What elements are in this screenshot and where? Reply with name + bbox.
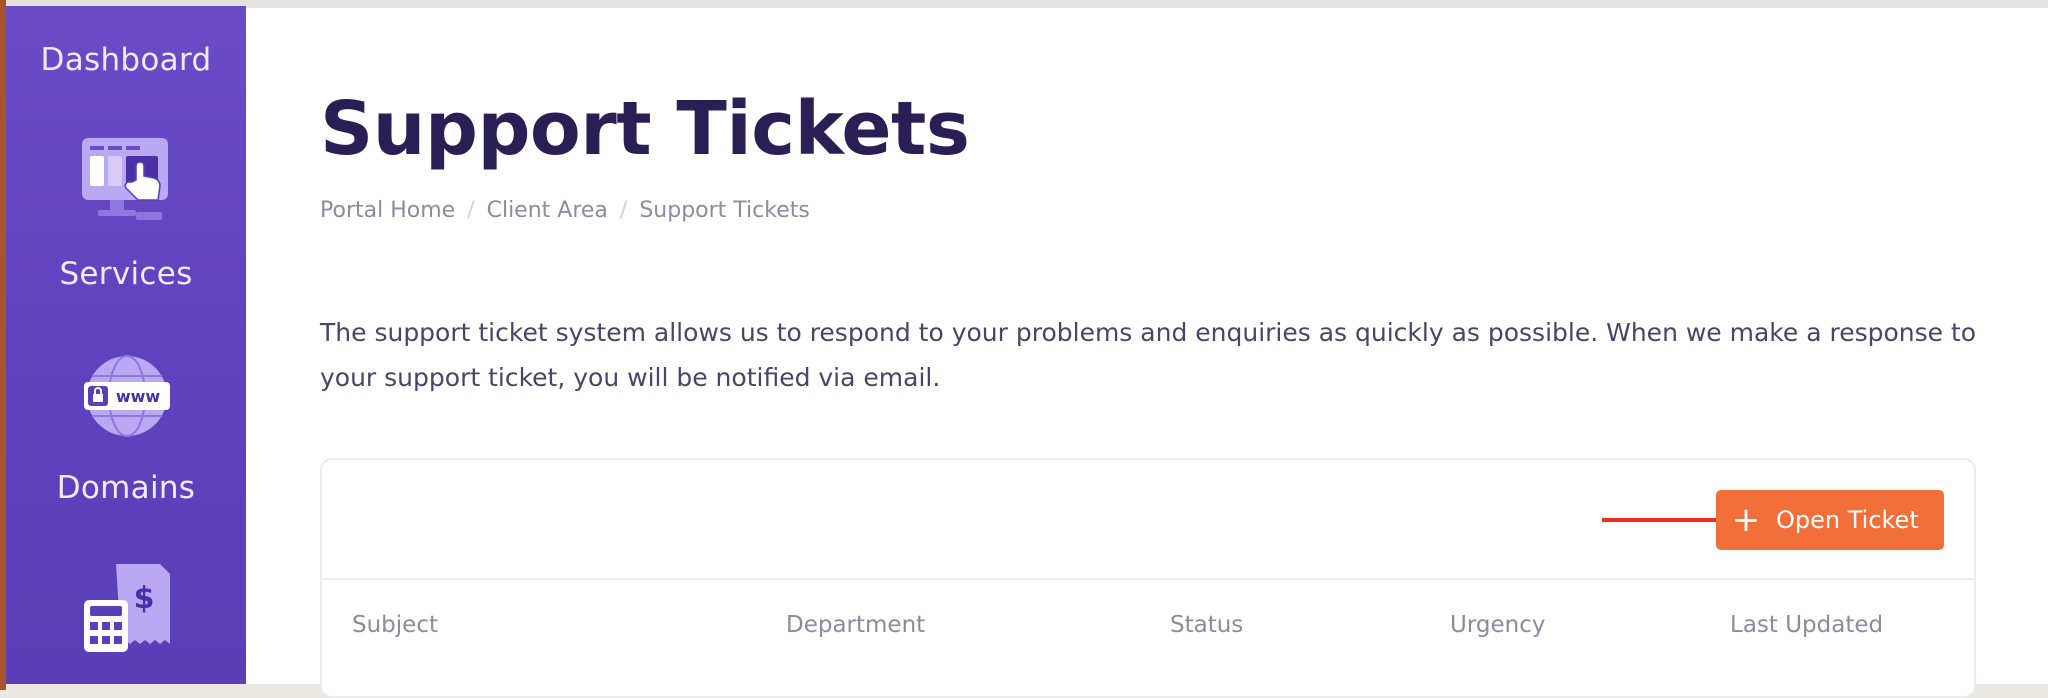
plus-icon: + [1731, 500, 1761, 540]
column-header-subject[interactable]: Subject [352, 612, 438, 638]
billing-calculator-invoice-icon[interactable]: $ [80, 560, 180, 656]
main-content: Support Tickets Portal Home / Client Are… [246, 8, 2048, 698]
column-header-status[interactable]: Status [1170, 612, 1243, 638]
sidebar: Dashboard Services www Domains $ [6, 6, 246, 684]
services-monitor-icon[interactable] [78, 134, 174, 230]
tickets-table-header: Subject Department Status Urgency Last U… [322, 580, 1974, 670]
tickets-card-header: + Open Ticket [322, 460, 1974, 580]
tickets-card: + Open Ticket Subject Department Status … [320, 458, 1976, 698]
window-top-strip [0, 0, 2048, 8]
sidebar-item-domains[interactable]: Domains [6, 470, 246, 506]
intro-text: The support ticket system allows us to r… [320, 318, 1977, 392]
open-ticket-label: Open Ticket [1776, 506, 1919, 534]
domains-globe-www-icon[interactable]: www [82, 354, 172, 438]
page-title: Support Tickets [320, 86, 970, 172]
column-header-urgency[interactable]: Urgency [1450, 612, 1545, 638]
column-header-last-updated[interactable]: Last Updated [1730, 612, 1883, 638]
sidebar-item-services[interactable]: Services [6, 256, 246, 292]
breadcrumb-separator: / [467, 198, 475, 223]
sidebar-item-dashboard[interactable]: Dashboard [6, 42, 246, 78]
breadcrumb: Portal Home / Client Area / Support Tick… [320, 198, 810, 223]
breadcrumb-separator: / [619, 198, 628, 223]
breadcrumb-support-tickets: Support Tickets [639, 198, 810, 223]
svg-text:www: www [116, 387, 161, 406]
column-header-department[interactable]: Department [786, 612, 925, 638]
breadcrumb-client-area[interactable]: Client Area [487, 198, 608, 223]
svg-text:$: $ [134, 581, 155, 616]
open-ticket-button[interactable]: + Open Ticket [1716, 490, 1944, 550]
breadcrumb-portal-home[interactable]: Portal Home [320, 198, 455, 223]
